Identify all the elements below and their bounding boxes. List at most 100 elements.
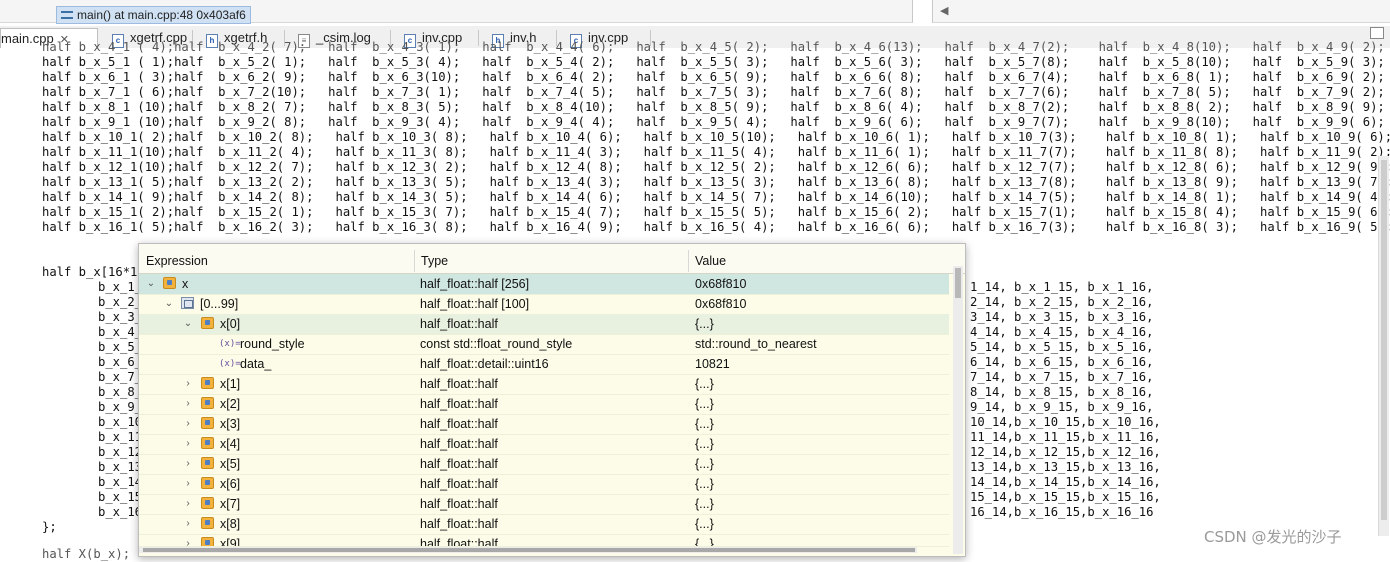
code-line: half b_x_9_1 (10);half b_x_9_2( 8); half… bbox=[42, 115, 1385, 129]
tree-row-x6[interactable]: › x[6] half_float::half {...} bbox=[139, 474, 949, 495]
minimize-editor-icon[interactable] bbox=[1370, 27, 1384, 39]
object-icon bbox=[201, 477, 214, 489]
chevron-right-icon[interactable]: › bbox=[182, 394, 194, 414]
expression-type: half_float::half bbox=[420, 517, 498, 531]
expression-value: {...} bbox=[695, 457, 714, 471]
tree-row-x0[interactable]: ⌄ x[0] half_float::half {...} bbox=[139, 314, 949, 335]
chevron-right-icon[interactable]: › bbox=[182, 374, 194, 394]
expression-name: x[3] bbox=[220, 417, 241, 431]
tree-row-data[interactable]: (x)= data_ half_float::detail::uint16 10… bbox=[139, 354, 949, 375]
code-line: half b_x_13_1( 5);half b_x_13_2( 2); hal… bbox=[42, 175, 1390, 189]
tree-row-x3[interactable]: › x[3] half_float::half {...} bbox=[139, 414, 949, 435]
array-row-left: b_x_10 bbox=[98, 415, 143, 429]
chevron-down-icon[interactable]: ⌄ bbox=[182, 314, 194, 334]
tree-row-x4[interactable]: › x[4] half_float::half {...} bbox=[139, 434, 949, 455]
chevron-right-icon[interactable]: › bbox=[182, 494, 194, 514]
array-row-left: b_x_2_ bbox=[98, 295, 143, 309]
object-icon bbox=[163, 277, 176, 289]
scrollbar-thumb[interactable] bbox=[955, 268, 961, 298]
code-line: half b_x_5_1 ( 1);half b_x_5_2( 1); half… bbox=[42, 55, 1385, 69]
expression-name: data_ bbox=[240, 357, 272, 371]
tree-row-round-style[interactable]: (x)= round_style const std::float_round_… bbox=[139, 334, 949, 355]
type-column-header[interactable]: Type bbox=[421, 254, 448, 268]
array-row-left: b_x_7_ bbox=[98, 370, 143, 384]
column-divider[interactable] bbox=[414, 250, 415, 272]
array-row-left: b_x_3_ bbox=[98, 310, 143, 324]
variable-icon: (x)= bbox=[219, 359, 241, 369]
code-line: half b_x_16_1( 5);half b_x_16_2( 3); hal… bbox=[42, 220, 1390, 234]
array-row-right: 2_14, b_x_2_15, b_x_2_16, bbox=[970, 295, 1154, 309]
array-row-right: 4_14, b_x_4_15, b_x_4_16, bbox=[970, 325, 1154, 339]
object-icon bbox=[201, 397, 214, 409]
scrollbar-thumb[interactable] bbox=[143, 548, 915, 552]
array-row-left: b_x_8_ bbox=[98, 385, 143, 399]
editor-vertical-scrollbar[interactable] bbox=[1378, 156, 1389, 536]
chevron-down-icon[interactable]: ⌄ bbox=[163, 294, 175, 314]
expression-name: x bbox=[182, 277, 189, 291]
expression-value: {...} bbox=[695, 437, 714, 451]
expression-value: 0x68f810 bbox=[695, 277, 747, 291]
chevron-right-icon[interactable]: › bbox=[182, 434, 194, 454]
scrollbar-thumb[interactable] bbox=[1381, 160, 1387, 520]
expression-value: {...} bbox=[695, 497, 714, 511]
value-column-header[interactable]: Value bbox=[695, 254, 726, 268]
expression-value: {...} bbox=[695, 317, 714, 331]
array-row-left: b_x_5_ bbox=[98, 340, 143, 354]
expression-type: half_float::half bbox=[420, 477, 498, 491]
code-line: half b_x_6_1 ( 3);half b_x_6_2( 9); half… bbox=[42, 70, 1385, 84]
code-line: half b_x_15_1( 2);half b_x_15_2( 1); hal… bbox=[42, 205, 1390, 219]
expression-value: {...} bbox=[695, 517, 714, 531]
array-row-left: b_x_6_ bbox=[98, 355, 143, 369]
code-line: half b_x_14_1( 9);half b_x_14_2( 8); hal… bbox=[42, 190, 1390, 204]
array-row-right: 1_14, b_x_1_15, b_x_1_16, bbox=[970, 280, 1154, 294]
column-divider[interactable] bbox=[688, 250, 689, 272]
tree-row-x1[interactable]: › x[1] half_float::half {...} bbox=[139, 374, 949, 395]
chevron-right-icon[interactable]: › bbox=[182, 474, 194, 494]
expression-type: half_float::half bbox=[420, 537, 498, 547]
code-line: half b_x_7_1 ( 6);half b_x_7_2(10); half… bbox=[42, 85, 1385, 99]
scroll-left-arrow-icon[interactable]: ◀ bbox=[940, 4, 948, 17]
expression-type: half_float::half [256] bbox=[420, 277, 530, 291]
array-row-right: 12_14,b_x_12_15,b_x_12_16, bbox=[970, 445, 1161, 459]
expression-name: x[4] bbox=[220, 437, 241, 451]
array-row-right: 14_14,b_x_14_15,b_x_14_16, bbox=[970, 475, 1161, 489]
expression-value: {...} bbox=[695, 397, 714, 411]
expression-name: x[2] bbox=[220, 397, 241, 411]
code-line: half b_x_4_1 ( 4);half b_x_4_2( 7); half… bbox=[42, 40, 1385, 54]
tree-row-x5[interactable]: › x[5] half_float::half {...} bbox=[139, 454, 949, 475]
chevron-right-icon[interactable]: › bbox=[182, 514, 194, 534]
chevron-right-icon[interactable]: › bbox=[182, 414, 194, 434]
chevron-right-icon[interactable]: › bbox=[182, 454, 194, 474]
tree-row-x2[interactable]: › x[2] half_float::half {...} bbox=[139, 394, 949, 415]
popup-vertical-scrollbar[interactable] bbox=[953, 266, 963, 554]
expression-name: x[1] bbox=[220, 377, 241, 391]
expression-name: x[8] bbox=[220, 517, 241, 531]
tree-row-x8[interactable]: › x[8] half_float::half {...} bbox=[139, 514, 949, 535]
chevron-right-icon[interactable]: › bbox=[182, 534, 194, 546]
array-row-right: 7_14, b_x_7_15, b_x_7_16, bbox=[970, 370, 1154, 384]
tree-row-x[interactable]: ⌄ x half_float::half [256] 0x68f810 bbox=[139, 274, 949, 295]
array-row-right: 10_14,b_x_10_15,b_x_10_16, bbox=[970, 415, 1161, 429]
expression-value: {...} bbox=[695, 377, 714, 391]
side-panel bbox=[932, 0, 1390, 23]
expression-type: half_float::detail::uint16 bbox=[420, 357, 549, 371]
object-icon bbox=[201, 317, 214, 329]
expression-type: half_float::half bbox=[420, 377, 498, 391]
tree-row-x9[interactable]: › x[9] half_float::half {...} bbox=[139, 534, 949, 547]
tree-row-range[interactable]: ⌄ [0...99] half_float::half [100] 0x68f8… bbox=[139, 294, 949, 315]
array-row-right: 3_14, b_x_3_15, b_x_3_16, bbox=[970, 310, 1154, 324]
expression-column-header[interactable]: Expression bbox=[146, 254, 208, 268]
chevron-down-icon[interactable]: ⌄ bbox=[145, 274, 157, 294]
expression-type: half_float::half bbox=[420, 397, 498, 411]
popup-horizontal-scrollbar[interactable] bbox=[139, 547, 917, 553]
expression-hover-popup[interactable]: Expression Type Value ⌄ x half_float::ha… bbox=[138, 243, 966, 557]
expression-type: half_float::half bbox=[420, 437, 498, 451]
expression-type: half_float::half bbox=[420, 417, 498, 431]
array-row-right: 16_14,b_x_16_15,b_x_16_16 bbox=[970, 505, 1154, 519]
stack-frame-item[interactable]: main() at main.cpp:48 0x403af6 bbox=[56, 6, 251, 24]
tree-row-x7[interactable]: › x[7] half_float::half {...} bbox=[139, 494, 949, 515]
stack-frame-label: main() at main.cpp:48 0x403af6 bbox=[77, 8, 246, 22]
array-row-left: b_x_16 bbox=[98, 505, 143, 519]
array-row-right: 13_14,b_x_13_15,b_x_13_16, bbox=[970, 460, 1161, 474]
array-row-right: 6_14, b_x_6_15, b_x_6_16, bbox=[970, 355, 1154, 369]
